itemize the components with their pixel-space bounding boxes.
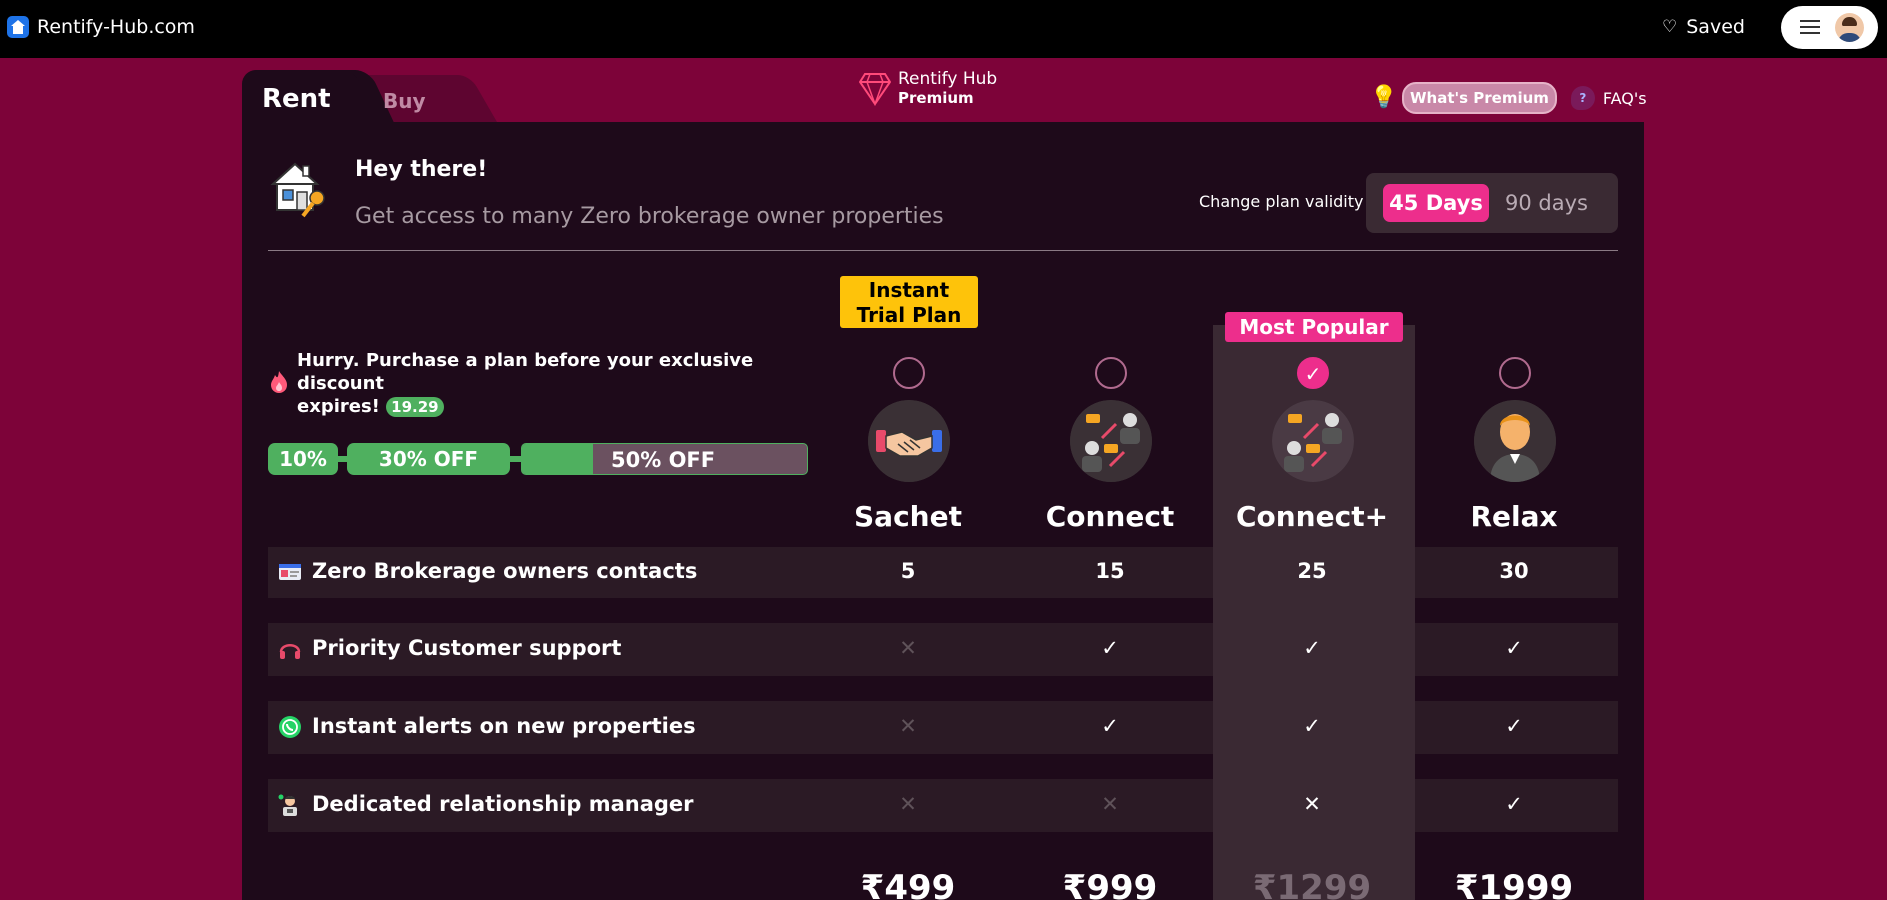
greeting-subtitle: Get access to many Zero brokerage owner … bbox=[355, 204, 944, 229]
feature-value: ✕ bbox=[899, 792, 917, 816]
feature-value: 25 bbox=[1297, 559, 1327, 583]
plan-name-connect: Connect bbox=[1045, 500, 1175, 533]
price-connect-plus: ₹1299 bbox=[1252, 868, 1372, 900]
plan-name-connect-plus: Connect+ bbox=[1235, 500, 1389, 533]
handshake-icon bbox=[868, 400, 950, 482]
feature-row: Zero Brokerage owners contacts 5 15 25 3… bbox=[268, 547, 1618, 598]
avatar bbox=[1835, 13, 1864, 42]
greeting-title: Hey there! bbox=[355, 157, 488, 182]
price-sachet: ₹499 bbox=[860, 868, 956, 900]
validity-90-days[interactable]: 90 days bbox=[1505, 184, 1588, 222]
plan-radio-connect[interactable] bbox=[1095, 357, 1127, 389]
discount-step-50-label: 50% OFF bbox=[611, 448, 716, 472]
saved-label: Saved bbox=[1686, 16, 1745, 38]
brand-line1: Rentify Hub bbox=[898, 69, 998, 89]
diamond-icon bbox=[859, 73, 891, 106]
feature-value: 15 bbox=[1095, 559, 1125, 583]
feature-label: Dedicated relationship manager bbox=[312, 792, 694, 816]
whats-premium-button[interactable]: What's Premium bbox=[1402, 82, 1557, 114]
feature-value: ✕ bbox=[899, 636, 917, 660]
lightbulb-icon: 💡 bbox=[1370, 85, 1398, 110]
rent-buy-tabs: Rent Buy bbox=[242, 70, 499, 124]
discount-message: Hurry. Purchase a plan before your exclu… bbox=[297, 349, 757, 418]
feature-value: ✓ bbox=[1101, 636, 1119, 660]
feature-row: Instant alerts on new properties ✕ ✓ ✓ ✓ bbox=[268, 701, 1618, 754]
feature-value: ✕ bbox=[899, 714, 917, 738]
feature-row: Priority Customer support ✕ ✓ ✓ ✓ bbox=[268, 623, 1618, 676]
tab-buy[interactable]: Buy bbox=[383, 89, 426, 113]
feature-value: ✓ bbox=[1303, 714, 1321, 738]
site-name: Rentify-Hub.com bbox=[37, 16, 195, 38]
saved-link[interactable]: ♡ Saved bbox=[1662, 16, 1745, 38]
most-popular-badge: Most Popular bbox=[1225, 312, 1403, 342]
feature-value: ✓ bbox=[1505, 714, 1523, 738]
faq-link[interactable]: ? FAQ's bbox=[1570, 86, 1647, 110]
fire-icon bbox=[271, 371, 287, 393]
discount-message-line2: expires! bbox=[297, 396, 380, 417]
divider bbox=[268, 250, 1618, 251]
trial-badge-line2: Trial Plan bbox=[856, 303, 962, 327]
house-key-icon bbox=[270, 162, 325, 218]
top-bar: Rentify-Hub.com ♡ Saved bbox=[0, 0, 1887, 58]
feature-value: ✓ bbox=[1505, 636, 1523, 660]
feature-value: ✓ bbox=[1303, 636, 1321, 660]
whatsapp-icon bbox=[279, 716, 301, 738]
heart-icon: ♡ bbox=[1662, 17, 1678, 37]
site-home-link[interactable]: Rentify-Hub.com bbox=[7, 16, 195, 38]
feature-value: 30 bbox=[1499, 559, 1529, 583]
feature-value: ✕ bbox=[1303, 792, 1321, 816]
plan-radio-sachet[interactable] bbox=[893, 357, 925, 389]
feature-label: Zero Brokerage owners contacts bbox=[312, 559, 698, 583]
price-relax: ₹1999 bbox=[1454, 868, 1574, 900]
discount-progress-fill bbox=[522, 444, 594, 474]
trial-badge-line1: Instant bbox=[868, 278, 950, 302]
help-links: 💡 What's Premium ? FAQ's bbox=[1370, 82, 1647, 114]
feature-value: ✓ bbox=[1101, 714, 1119, 738]
discount-step-30: 30% OFF bbox=[347, 443, 510, 475]
feature-label: Priority Customer support bbox=[312, 636, 622, 660]
tab-rent[interactable]: Rent bbox=[262, 84, 331, 114]
people-connect-icon bbox=[1070, 400, 1152, 482]
manager-icon bbox=[278, 794, 297, 816]
people-connect-icon bbox=[1272, 400, 1354, 482]
plan-name-relax: Relax bbox=[1470, 500, 1558, 533]
feature-label: Instant alerts on new properties bbox=[312, 714, 696, 738]
feature-value: ✕ bbox=[1101, 792, 1119, 816]
plan-radio-connect-plus[interactable]: ✓ bbox=[1297, 357, 1329, 389]
discount-step-10: 10% bbox=[268, 443, 338, 475]
headphones-icon bbox=[279, 644, 301, 659]
validity-45-days[interactable]: 45 Days bbox=[1383, 184, 1489, 222]
hamburger-icon bbox=[1800, 20, 1820, 35]
plan-radio-relax[interactable] bbox=[1499, 357, 1531, 389]
discount-message-line1: Hurry. Purchase a plan before your exclu… bbox=[297, 350, 754, 394]
account-menu-button[interactable] bbox=[1781, 6, 1878, 49]
validity-toggle: 45 Days 90 days bbox=[1366, 173, 1618, 233]
price-connect: ₹999 bbox=[1062, 868, 1158, 900]
faq-label: FAQ's bbox=[1602, 88, 1647, 108]
businessman-icon bbox=[1474, 400, 1556, 482]
question-icon: ? bbox=[1570, 86, 1595, 110]
plan-name-sachet: Sachet bbox=[854, 500, 962, 533]
contact-card-icon bbox=[279, 564, 301, 580]
discount-timer: 19.29 bbox=[386, 397, 444, 417]
premium-brand: Rentify Hub Premium bbox=[859, 70, 997, 108]
trial-plan-badge: Instant Trial Plan bbox=[840, 276, 978, 328]
feature-value: 5 bbox=[900, 559, 916, 583]
feature-value: ✓ bbox=[1505, 792, 1523, 816]
feature-row: Dedicated relationship manager ✕ ✕ ✕ ✓ bbox=[268, 779, 1618, 832]
brand-line2: Premium bbox=[898, 89, 974, 107]
home-icon bbox=[7, 16, 29, 38]
discount-step-50: 50% OFF bbox=[521, 443, 808, 475]
validity-label: Change plan validity bbox=[1199, 192, 1364, 211]
